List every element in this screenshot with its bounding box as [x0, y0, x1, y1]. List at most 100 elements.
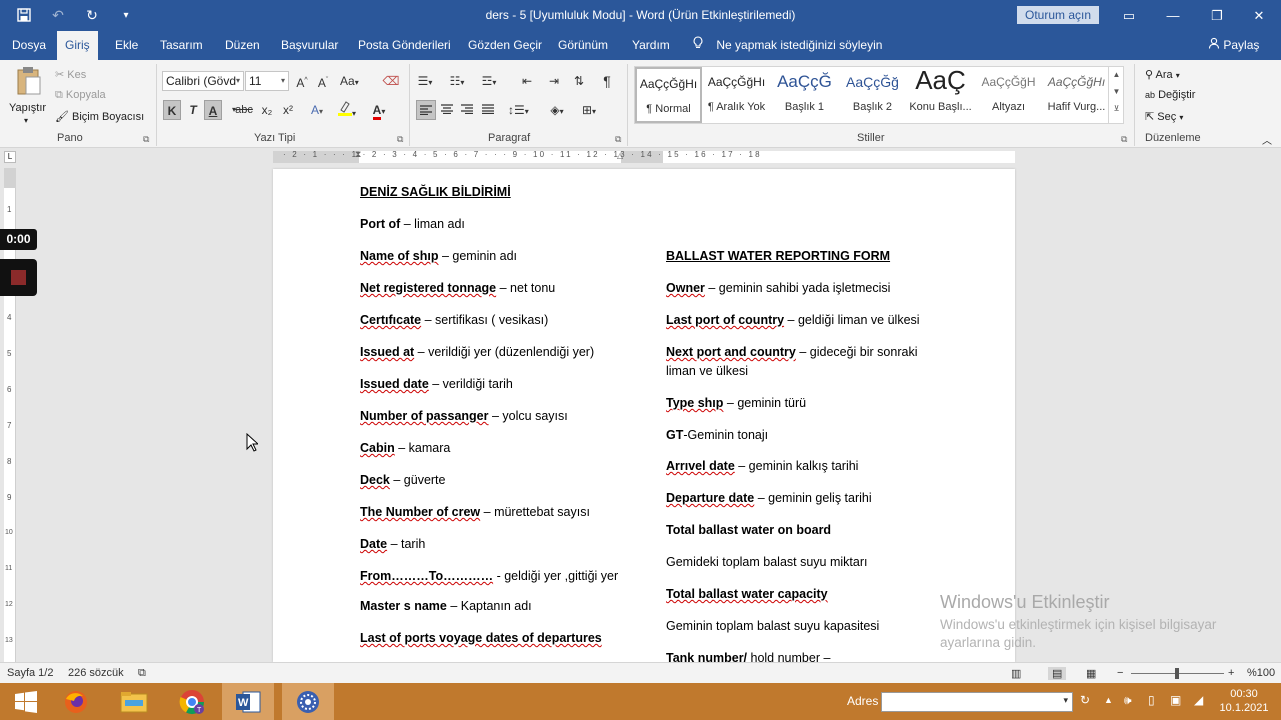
- tab-ekle[interactable]: Ekle: [107, 31, 146, 60]
- tab-basvurular[interactable]: Başvurular: [273, 31, 346, 60]
- multilevel-list-icon[interactable]: ☲▾: [480, 71, 498, 91]
- copy-button[interactable]: ⧉ Kopyala: [55, 89, 106, 102]
- increase-indent-icon[interactable]: ⇥: [545, 71, 563, 91]
- tab-yardim[interactable]: Yardım: [624, 31, 678, 60]
- redo-icon[interactable]: ↻: [82, 5, 102, 25]
- tab-tasarim[interactable]: Tasarım: [152, 31, 211, 60]
- ribbon-display-icon[interactable]: ▭: [1107, 0, 1151, 31]
- sort-icon[interactable]: ⇅: [570, 71, 588, 91]
- zoom-in-button[interactable]: +: [1228, 667, 1234, 679]
- font-name-select[interactable]: Calibri (Gövd ▾: [162, 71, 244, 91]
- word-count[interactable]: 226 sözcük: [68, 667, 124, 679]
- customize-toolbar-icon[interactable]: ▾: [116, 5, 136, 25]
- save-icon[interactable]: [14, 5, 34, 25]
- superscript-button[interactable]: x²: [279, 100, 297, 120]
- taskbar-clock[interactable]: 00:30 10.1.2021: [1218, 687, 1270, 715]
- tab-dosya[interactable]: Dosya: [4, 31, 54, 60]
- subscript-button[interactable]: x₂: [258, 100, 276, 120]
- style-title[interactable]: AaÇ Konu Başlı...: [907, 65, 974, 123]
- zoom-level[interactable]: %100: [1247, 667, 1275, 679]
- grow-font-button[interactable]: A^: [293, 71, 311, 91]
- styles-scroll[interactable]: ▲ ▼ ⊻: [1108, 66, 1124, 124]
- replace-button[interactable]: ab Değiştir: [1145, 89, 1195, 101]
- web-layout-icon[interactable]: ▦: [1086, 667, 1096, 680]
- underline-button[interactable]: A: [204, 100, 222, 120]
- strikethrough-button[interactable]: abc: [235, 100, 253, 120]
- change-case-button[interactable]: Aa▾: [340, 71, 359, 91]
- clear-format-icon[interactable]: ⌫: [382, 71, 400, 91]
- volume-icon[interactable]: 🕪: [1124, 693, 1132, 708]
- align-right-icon[interactable]: [457, 100, 477, 120]
- style-normal[interactable]: AaÇçĞğHı ¶ Normal: [635, 67, 702, 123]
- paste-button[interactable]: Yapıştır ▾: [8, 64, 48, 125]
- zoom-slider-thumb[interactable]: [1175, 668, 1179, 679]
- zoom-out-button[interactable]: −: [1117, 667, 1123, 679]
- numbering-icon[interactable]: ☷▾: [448, 71, 466, 91]
- page-count[interactable]: Sayfa 1/2: [7, 667, 53, 679]
- justify-icon[interactable]: [478, 100, 498, 120]
- style-heading-1[interactable]: AaÇçĞ Başlık 1: [771, 67, 838, 123]
- italic-button[interactable]: T: [184, 100, 202, 120]
- find-button[interactable]: ⚲ Ara ▾: [1145, 68, 1180, 81]
- decrease-indent-icon[interactable]: ⇤: [518, 71, 536, 91]
- undo-icon[interactable]: ↶: [48, 5, 68, 25]
- tab-duzen[interactable]: Düzen: [217, 31, 268, 60]
- style-subtle-emphasis[interactable]: AaÇçĞğHı Hafif Vurg...: [1043, 67, 1110, 123]
- network-icon[interactable]: ▣: [1170, 693, 1181, 707]
- font-launcher-icon[interactable]: ⧉: [397, 134, 403, 145]
- paragraph-launcher-icon[interactable]: ⧉: [615, 134, 621, 145]
- show-hidden-icons[interactable]: ▲: [1104, 695, 1113, 705]
- font-size-select[interactable]: 11 ▾: [245, 71, 289, 91]
- recorder-app-icon[interactable]: [282, 683, 334, 720]
- borders-icon[interactable]: ⊞▾: [580, 100, 598, 120]
- refresh-icon[interactable]: ↻: [1080, 693, 1090, 707]
- tab-giris[interactable]: Giriş: [57, 31, 98, 60]
- chevron-down-icon[interactable]: ▼: [1109, 87, 1124, 96]
- style-no-spacing[interactable]: AaÇçĞğHı ¶ Aralık Yok: [703, 67, 770, 123]
- clipboard-launcher-icon[interactable]: ⧉: [143, 134, 149, 145]
- more-styles-icon[interactable]: ⊻: [1109, 104, 1124, 113]
- file-explorer-icon[interactable]: [108, 683, 160, 720]
- right-margin-marker-icon[interactable]: △: [617, 151, 623, 160]
- tab-posta-gonderileri[interactable]: Posta Gönderileri: [350, 31, 459, 60]
- align-left-icon[interactable]: [416, 100, 436, 120]
- indent-marker-icon[interactable]: ⧗: [355, 149, 361, 160]
- font-color-icon[interactable]: A▾: [370, 100, 388, 120]
- maximize-button[interactable]: ❐: [1195, 0, 1239, 31]
- start-button[interactable]: [0, 683, 52, 720]
- shrink-font-button[interactable]: Aˇ: [314, 71, 332, 91]
- battery-icon[interactable]: ▯: [1148, 693, 1155, 707]
- line-spacing-icon[interactable]: ↕☰▾: [508, 100, 529, 120]
- styles-launcher-icon[interactable]: ⧉: [1121, 134, 1127, 145]
- style-subtitle[interactable]: AaÇçĞğH Altyazı: [975, 67, 1042, 123]
- tell-me-search[interactable]: Ne yapmak istediğinizi söyleyin: [693, 31, 882, 60]
- proofing-icon[interactable]: ⧉: [138, 667, 146, 680]
- cut-button[interactable]: ✂ Kes: [55, 68, 86, 81]
- tab-gorunum[interactable]: Görünüm: [550, 31, 616, 60]
- wifi-signal-icon[interactable]: ◢: [1194, 693, 1203, 707]
- close-button[interactable]: ✕: [1237, 0, 1281, 31]
- read-mode-icon[interactable]: ▥: [1011, 667, 1021, 680]
- firefox-icon[interactable]: [50, 683, 102, 720]
- pilcrow-icon[interactable]: ¶: [598, 71, 616, 91]
- share-button[interactable]: Paylaş: [1208, 31, 1259, 60]
- minimize-button[interactable]: —: [1151, 0, 1195, 31]
- horizontal-ruler[interactable]: · 2 · 1 · · · 1 · 2 · 3 · 4 · 5 · 6 · 7 …: [273, 149, 1015, 163]
- tab-selector[interactable]: L: [4, 151, 16, 163]
- chevron-up-icon[interactable]: ▲: [1109, 70, 1124, 79]
- style-heading-2[interactable]: AaÇçĞğ Başlık 2: [839, 67, 906, 123]
- recorder-stop-button[interactable]: [0, 259, 37, 296]
- shading-icon[interactable]: ◈▾: [548, 100, 566, 120]
- bold-button[interactable]: K: [163, 100, 181, 120]
- format-painter-button[interactable]: 🖌 Biçim Boyacısı: [55, 110, 144, 123]
- print-layout-icon[interactable]: ▤: [1048, 667, 1067, 680]
- tab-gozden-gecir[interactable]: Gözden Geçir: [460, 31, 550, 60]
- document-page[interactable]: DENİZ SAĞLIK BİLDİRİMİ Port of – liman a…: [273, 169, 1015, 662]
- collapse-ribbon-icon[interactable]: ︿: [1262, 132, 1272, 147]
- word-icon[interactable]: W: [222, 683, 274, 720]
- align-center-icon[interactable]: [437, 100, 457, 120]
- sign-in-button[interactable]: Oturum açın: [1017, 6, 1099, 24]
- bullets-icon[interactable]: ☰▾: [416, 71, 434, 91]
- select-button[interactable]: ⇱ Seç ▾: [1145, 110, 1183, 123]
- text-effects-icon[interactable]: A▾: [308, 100, 326, 120]
